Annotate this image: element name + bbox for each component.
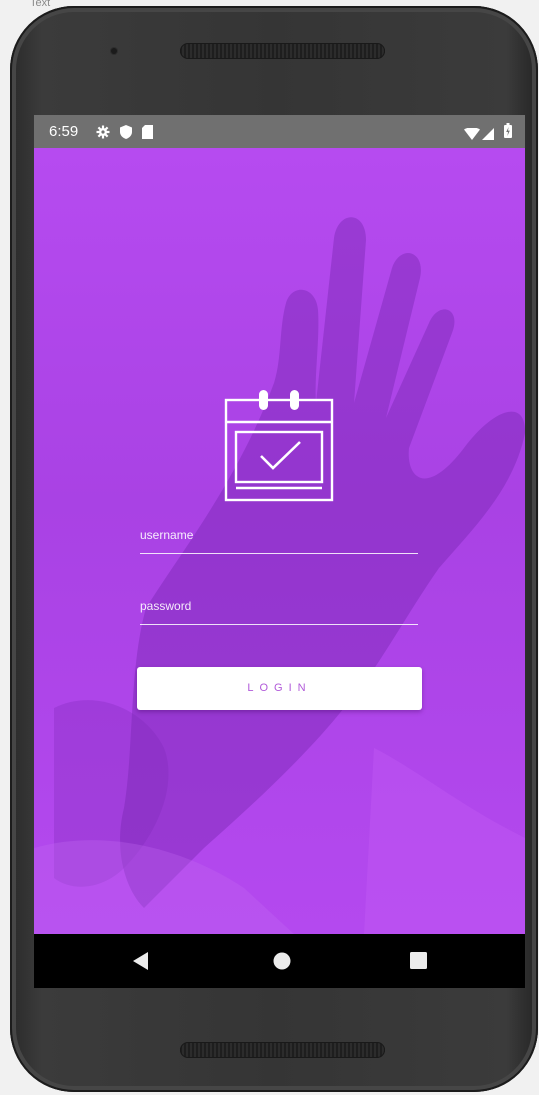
status-bar: 6:59	[34, 115, 525, 148]
settings-icon	[96, 124, 110, 143]
recents-icon[interactable]	[410, 952, 427, 973]
sd-card-icon	[142, 124, 153, 143]
corner-text: Text	[30, 0, 51, 9]
signal-icon	[482, 125, 494, 144]
login-screen: LOGIN	[34, 148, 525, 934]
front-camera	[111, 48, 117, 54]
top-speaker	[180, 43, 385, 59]
navigation-bar	[34, 934, 525, 988]
username-field[interactable]	[140, 523, 418, 554]
calendar-check-icon	[224, 390, 334, 506]
login-button[interactable]: LOGIN	[137, 667, 422, 710]
home-icon[interactable]	[273, 952, 291, 974]
shield-icon	[120, 124, 132, 143]
battery-icon	[504, 123, 512, 142]
bottom-speaker	[180, 1042, 385, 1058]
back-icon[interactable]	[132, 951, 150, 975]
phone-screen: 6:59 username LOGIN	[34, 115, 525, 988]
username-input[interactable]	[140, 523, 418, 553]
status-time: 6:59	[49, 123, 79, 140]
phone-frame: 6:59 username LOGIN	[10, 6, 538, 1092]
wifi-icon	[464, 125, 480, 144]
password-field[interactable]	[140, 594, 418, 625]
password-input[interactable]	[140, 594, 418, 624]
